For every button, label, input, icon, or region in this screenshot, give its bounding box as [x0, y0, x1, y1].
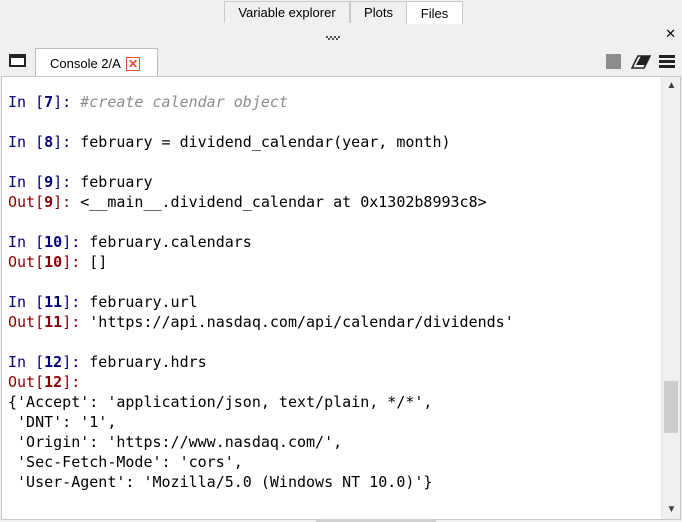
prompt-number: 11	[44, 293, 63, 311]
tab-plots[interactable]: Plots	[350, 1, 407, 23]
console-line: In [11]: february.url	[8, 292, 514, 312]
output-prompt: Out[	[8, 313, 45, 331]
close-icon[interactable]: ✕	[126, 57, 140, 71]
close-icon[interactable]: ✕	[665, 27, 676, 40]
code-comment: #create calendar object	[80, 93, 288, 111]
code-text: february.calendars	[89, 233, 252, 251]
console-output: In [7]: #create calendar object In [8]: f…	[8, 92, 514, 492]
output-text: 'Origin': 'https://www.nasdaq.com/',	[8, 433, 343, 451]
output-prompt: Out[	[8, 373, 45, 391]
code-text: 'https://api.nasdaq.com/api/calendar/div…	[89, 313, 514, 331]
tab-label: Plots	[364, 5, 393, 20]
console-line: 'User-Agent': 'Mozilla/5.0 (Windows NT 1…	[8, 472, 514, 492]
input-prompt: In [	[8, 353, 45, 371]
prompt-suffix: ]:	[53, 193, 81, 211]
prompt-suffix: ]:	[62, 253, 90, 271]
code-text: february	[80, 173, 153, 191]
code-text: <__main__.dividend_calendar at 0x1302b89…	[80, 193, 487, 211]
output-text: 'DNT': '1',	[8, 413, 117, 431]
stop-icon[interactable]	[606, 54, 621, 69]
prompt-suffix: ]:	[62, 233, 90, 251]
console-line: In [7]: #create calendar object	[8, 92, 514, 112]
prompt-suffix: ]:	[62, 373, 90, 391]
hamburger-menu-icon[interactable]	[659, 55, 675, 69]
output-text: {'Accept': 'application/json, text/plain…	[8, 393, 433, 411]
scrollbar-thumb[interactable]	[664, 381, 678, 433]
tab-files[interactable]: Files	[406, 1, 463, 24]
console-line: 'Sec-Fetch-Mode': 'cors',	[8, 452, 514, 472]
console-line: {'Accept': 'application/json, text/plain…	[8, 392, 514, 412]
prompt-number: 12	[44, 373, 63, 391]
console-line: Out[12]:	[8, 372, 514, 392]
eraser-icon[interactable]	[631, 54, 651, 70]
prompt-number: 7	[44, 93, 54, 111]
prompt-number: 9	[44, 173, 54, 191]
prompt-suffix: ]:	[62, 353, 90, 371]
input-prompt: In [	[8, 133, 45, 151]
output-prompt: Out[	[8, 193, 45, 211]
prompt-suffix: ]:	[53, 133, 81, 151]
vertical-scrollbar[interactable]: ▲ ▼	[661, 77, 680, 519]
prompt-number: 11	[44, 313, 63, 331]
tab-variable-explorer[interactable]: Variable explorer	[224, 1, 350, 23]
console-line: In [8]: february = dividend_calendar(yea…	[8, 132, 514, 152]
pane-tab-bar: Variable explorer Plots Files	[0, 0, 682, 24]
input-prompt: In [	[8, 93, 45, 111]
console-line: Out[10]: []	[8, 252, 514, 272]
output-text: 'Sec-Fetch-Mode': 'cors',	[8, 453, 243, 471]
output-text: 'User-Agent': 'Mozilla/5.0 (Windows NT 1…	[8, 473, 433, 491]
console-toolbar: Console 2/A ✕	[0, 46, 682, 77]
browse-tabs-icon[interactable]	[9, 54, 26, 67]
tab-console[interactable]: Console 2/A ✕	[35, 48, 158, 77]
prompt-number: 9	[44, 193, 54, 211]
ipython-console[interactable]: In [7]: #create calendar object In [8]: f…	[1, 76, 681, 520]
console-line: Out[11]: 'https://api.nasdaq.com/api/cal…	[8, 312, 514, 332]
prompt-suffix: ]:	[62, 313, 90, 331]
code-text: february = dividend_calendar(year, month…	[80, 133, 451, 151]
code-text: february.hdrs	[89, 353, 207, 371]
console-line: Out[9]: <__main__.dividend_calendar at 0…	[8, 192, 514, 212]
scroll-up-icon[interactable]: ▲	[662, 77, 680, 95]
prompt-number: 10	[44, 253, 63, 271]
input-prompt: In [	[8, 173, 45, 191]
console-tab-label: Console 2/A	[50, 56, 121, 71]
drag-handle-icon[interactable]	[326, 36, 340, 40]
input-prompt: In [	[8, 293, 45, 311]
input-prompt: In [	[8, 233, 45, 251]
console-line: 'DNT': '1',	[8, 412, 514, 432]
code-text: february.url	[89, 293, 198, 311]
output-prompt: Out[	[8, 253, 45, 271]
console-line: 'Origin': 'https://www.nasdaq.com/',	[8, 432, 514, 452]
scroll-down-icon[interactable]: ▼	[662, 501, 680, 519]
code-text: []	[89, 253, 108, 271]
console-line: In [10]: february.calendars	[8, 232, 514, 252]
prompt-suffix: ]:	[53, 173, 81, 191]
console-line: In [9]: february	[8, 172, 514, 192]
prompt-number: 10	[44, 233, 63, 251]
prompt-number: 12	[44, 353, 63, 371]
prompt-number: 8	[44, 133, 54, 151]
tab-label: Files	[420, 5, 449, 21]
tab-label: Variable explorer	[238, 5, 336, 20]
prompt-suffix: ]:	[62, 293, 90, 311]
console-line: In [12]: february.hdrs	[8, 352, 514, 372]
prompt-suffix: ]:	[53, 93, 81, 111]
